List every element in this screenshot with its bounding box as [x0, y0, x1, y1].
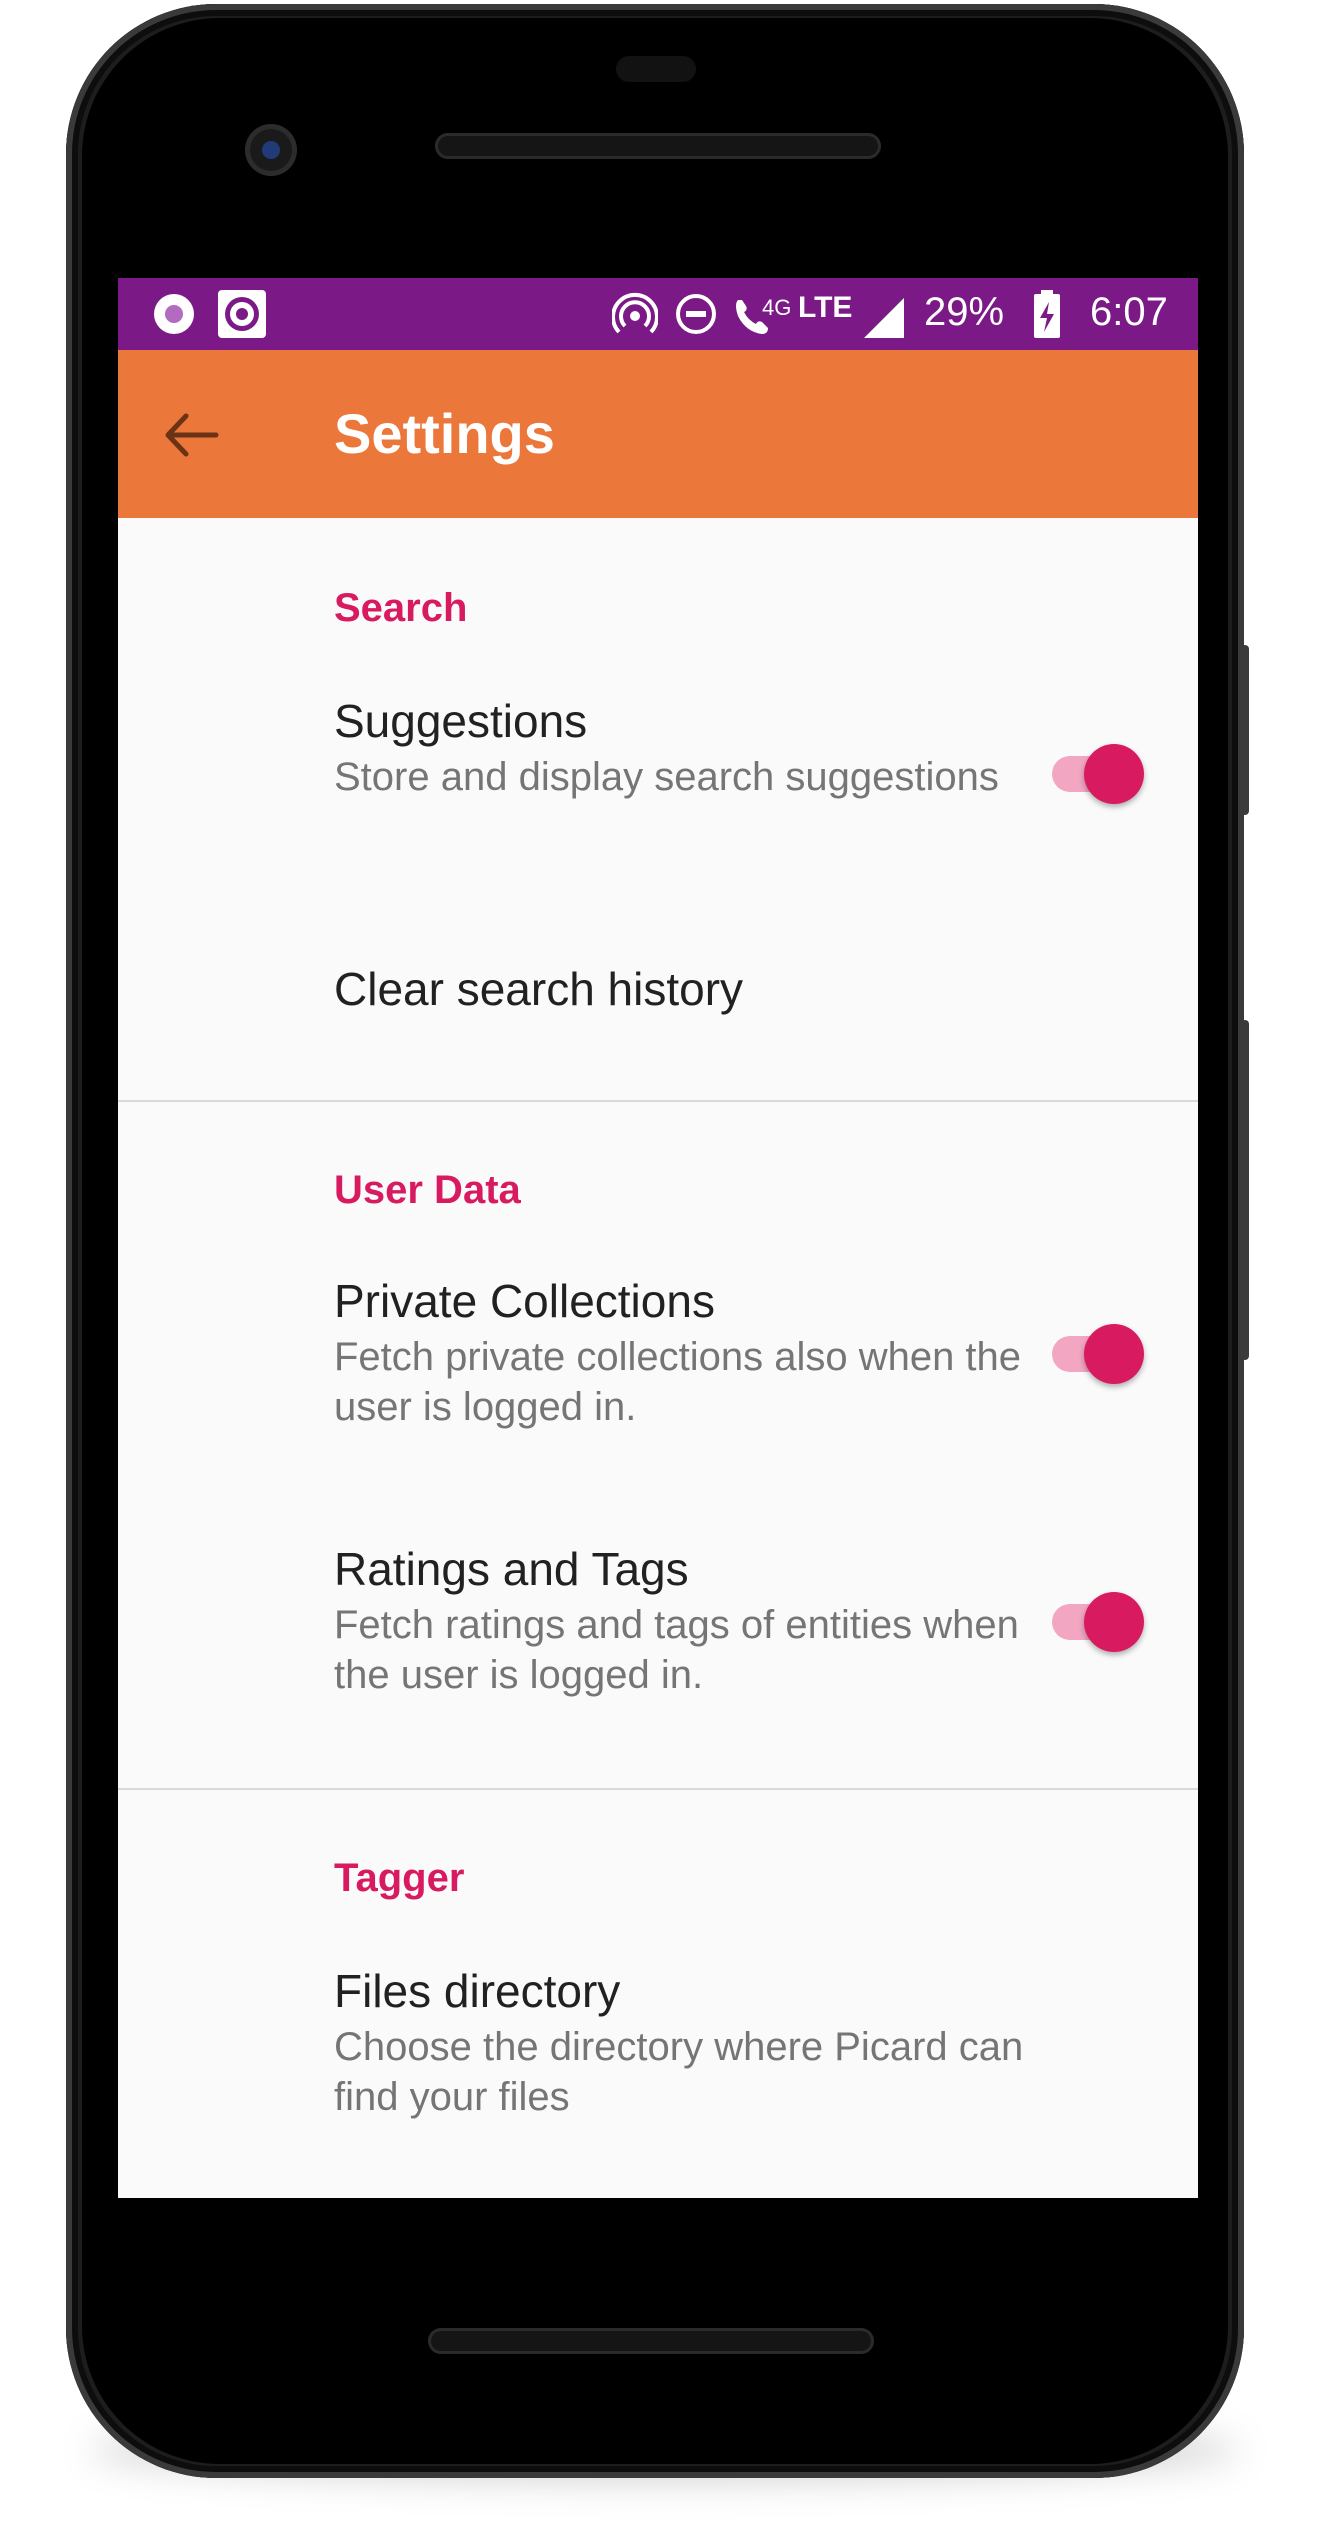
divider — [118, 1100, 1198, 1102]
network-label: LTE — [798, 291, 853, 324]
ratings-and-tags-switch[interactable] — [1044, 1582, 1144, 1662]
status-bar: 4G LTE 29% 6:07 — [118, 278, 1198, 350]
network-type: 4G — [762, 295, 792, 320]
pref-suggestions[interactable]: Suggestions Store and display search sug… — [118, 694, 1198, 894]
category-tagger: Tagger — [334, 1856, 465, 1900]
screen: 4G LTE 29% 6:07 Settings Search Suggesti… — [118, 278, 1198, 2198]
pref-title: Ratings and Tags — [334, 1543, 689, 1595]
divider — [118, 1788, 1198, 1790]
app-toolbar: Settings — [118, 350, 1198, 518]
switch-thumb — [1084, 1592, 1144, 1652]
pref-title: Suggestions — [334, 695, 588, 747]
switch-thumb — [1084, 1324, 1144, 1384]
bottom-speaker — [428, 2328, 874, 2354]
pref-summary: Choose the directory where Picard can fi… — [334, 2025, 1024, 2119]
pref-summary: Fetch private collections also when the … — [334, 1335, 1022, 1429]
private-collections-switch[interactable] — [1044, 1314, 1144, 1394]
pref-clear-search-history[interactable]: Clear search history — [118, 962, 1198, 1072]
clock: 6:07 — [1090, 290, 1168, 334]
signal-icon — [864, 298, 904, 338]
hotspot-icon — [612, 292, 658, 334]
record-icon — [154, 294, 194, 334]
battery-percentage: 29% — [924, 290, 1005, 334]
pref-ratings-and-tags[interactable]: Ratings and Tags Fetch ratings and tags … — [118, 1542, 1198, 1742]
front-camera — [245, 124, 297, 176]
category-search: Search — [334, 586, 468, 630]
pref-title: Private Collections — [334, 1275, 715, 1327]
battery-charging-icon — [1034, 290, 1060, 338]
page-title: Settings — [334, 402, 555, 465]
dnd-icon — [676, 294, 716, 334]
pref-summary: Store and display search suggestions — [334, 755, 999, 799]
power-button — [1241, 1020, 1249, 1360]
pref-files-directory[interactable]: Files directory Choose the directory whe… — [118, 1964, 1198, 2164]
pref-title: Clear search history — [334, 963, 744, 1015]
pref-summary: Fetch ratings and tags of entities when … — [334, 1603, 1019, 1697]
category-user-data: User Data — [334, 1168, 521, 1212]
pref-title: Files directory — [334, 1965, 621, 2017]
back-arrow-icon[interactable] — [160, 410, 220, 460]
volume-button — [1241, 645, 1249, 815]
top-speaker — [435, 133, 881, 159]
switch-thumb — [1084, 744, 1144, 804]
pref-private-collections[interactable]: Private Collections Fetch private collec… — [118, 1274, 1198, 1474]
target-icon — [218, 290, 266, 338]
proximity-sensor — [616, 56, 696, 82]
suggestions-switch[interactable] — [1044, 734, 1144, 814]
